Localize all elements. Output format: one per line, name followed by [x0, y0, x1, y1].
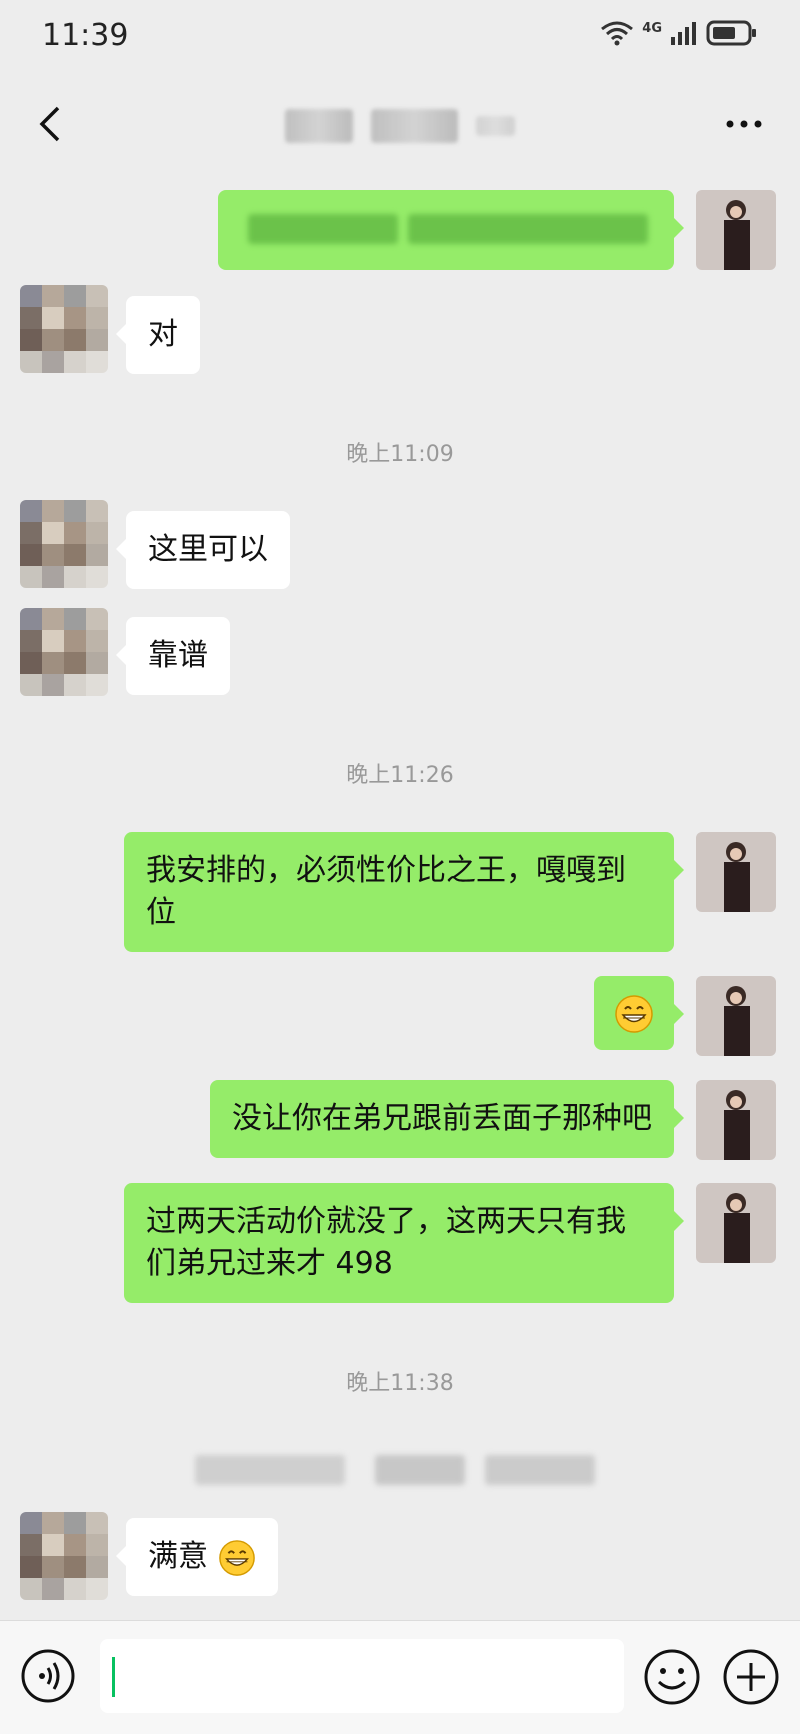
voice-icon[interactable] [20, 1648, 76, 1704]
my-avatar[interactable] [696, 1080, 776, 1160]
plus-icon[interactable] [722, 1648, 780, 1706]
redacted-text [408, 214, 648, 244]
my-avatar[interactable] [696, 190, 776, 270]
message-bubble-outgoing[interactable]: 没让你在弟兄跟前丢面子那种吧 [210, 1080, 684, 1158]
input-bar [0, 1620, 800, 1734]
message-bubble-outgoing[interactable] [218, 190, 684, 270]
network-label: 4G [642, 20, 662, 36]
grinning-emoji-icon [615, 994, 653, 1033]
message-bubble-outgoing[interactable]: 过两天活动价就没了，这两天只有我们弟兄过来才 498 [124, 1183, 684, 1303]
message-text: 没让你在弟兄跟前丢面子那种吧 [232, 1101, 652, 1136]
text-caret [112, 1657, 115, 1697]
more-icon[interactable] [724, 114, 764, 134]
status-time: 11:39 [42, 18, 129, 53]
redacted-system-message [195, 1455, 605, 1485]
message-text: 靠谱 [148, 638, 208, 673]
battery-icon [706, 20, 756, 46]
redacted-text [248, 214, 398, 244]
message-bubble-incoming[interactable]: 这里可以 [116, 511, 290, 589]
contact-avatar[interactable] [20, 608, 108, 696]
contact-avatar[interactable] [20, 1512, 108, 1600]
emoji-icon[interactable] [643, 1648, 701, 1706]
message-text: 这里可以 [148, 532, 268, 567]
message-bubble-outgoing[interactable] [594, 976, 684, 1050]
contact-avatar[interactable] [20, 500, 108, 588]
message-bubble-outgoing[interactable]: 我安排的，必须性价比之王，嘎嘎到位 [124, 832, 684, 952]
signal-icon [671, 22, 696, 45]
message-bubble-incoming[interactable]: 对 [116, 296, 200, 374]
message-input[interactable] [100, 1639, 624, 1713]
wifi-icon [601, 21, 634, 46]
message-text: 我安排的，必须性价比之王，嘎嘎到位 [146, 853, 626, 930]
chat-header [0, 80, 800, 170]
contact-avatar[interactable] [20, 285, 108, 373]
message-bubble-incoming[interactable]: 满意 [116, 1518, 278, 1596]
grinning-emoji-icon [218, 1539, 255, 1576]
my-avatar[interactable] [696, 832, 776, 912]
status-bar: 11:39 4G [0, 0, 800, 80]
message-text: 对 [148, 317, 178, 352]
status-icons: 4G [600, 20, 758, 46]
timestamp: 晚上11:38 [346, 1371, 454, 1396]
message-bubble-incoming[interactable]: 靠谱 [116, 617, 230, 695]
chat-title-redacted [285, 106, 515, 146]
my-avatar[interactable] [696, 976, 776, 1056]
message-text: 满意 [148, 1539, 208, 1574]
timestamp: 晚上11:26 [346, 763, 454, 788]
back-icon[interactable] [30, 102, 74, 146]
timestamp: 晚上11:09 [346, 442, 454, 467]
message-text: 过两天活动价就没了，这两天只有我们弟兄过来才 498 [146, 1204, 626, 1281]
my-avatar[interactable] [696, 1183, 776, 1263]
